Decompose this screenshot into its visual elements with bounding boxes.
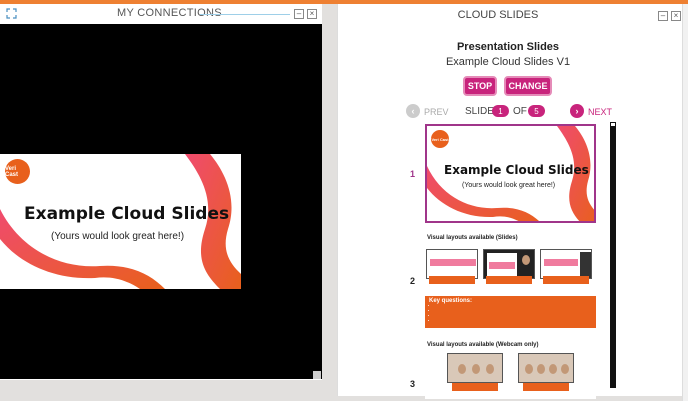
title-divider-line bbox=[200, 14, 290, 15]
layout-option-3 bbox=[540, 249, 592, 279]
scrollbar-track[interactable] bbox=[610, 126, 616, 388]
my-connections-window: MY CONNECTIONS – × Veri Cast Example Clo… bbox=[0, 4, 322, 380]
close-icon[interactable]: × bbox=[671, 11, 681, 21]
cloud-slides-window: CLOUD SLIDES – × Presentation Slides Exa… bbox=[337, 4, 682, 399]
current-slide-number: 1 bbox=[492, 105, 509, 117]
prev-arrow-icon[interactable]: ‹ bbox=[406, 104, 420, 118]
key-questions-list bbox=[429, 304, 592, 324]
current-slide: Veri Cast Example Cloud Slides (Yours wo… bbox=[0, 154, 241, 289]
slide-word: SLIDE bbox=[465, 106, 494, 117]
layout-option-1 bbox=[426, 249, 478, 279]
key-questions-box: Key questions: bbox=[425, 296, 596, 328]
presentation-heading: Presentation Slides bbox=[456, 41, 560, 53]
webcam-label-2 bbox=[523, 383, 569, 391]
next-link[interactable]: NEXT bbox=[588, 107, 612, 117]
layout-label-2 bbox=[486, 276, 532, 284]
slide-thumbnail-3[interactable]: Visual layouts available (Webcam only) bbox=[425, 339, 596, 399]
prev-link[interactable]: PREV bbox=[424, 107, 449, 117]
stop-button[interactable]: STOP bbox=[463, 76, 497, 96]
slide-title: Example Cloud Slides bbox=[24, 204, 230, 224]
webcam-layout-option-1 bbox=[447, 353, 503, 383]
slide-number-3: 3 bbox=[410, 379, 416, 389]
layout-option-2 bbox=[483, 249, 535, 279]
webcam-layout-option-2 bbox=[518, 353, 574, 383]
resize-grip[interactable] bbox=[313, 371, 321, 379]
next-arrow-icon[interactable]: › bbox=[570, 104, 584, 118]
thumb-logo: Veri Cast bbox=[431, 130, 449, 148]
of-word: OF bbox=[513, 106, 527, 117]
my-connections-titlebar[interactable]: MY CONNECTIONS – × bbox=[0, 4, 322, 24]
thumb-title: Example Cloud Slides bbox=[444, 163, 589, 177]
total-slides-number: 5 bbox=[528, 105, 545, 117]
slide-number-2: 2 bbox=[410, 276, 416, 286]
cloud-slides-title: CLOUD SLIDES bbox=[457, 9, 539, 21]
my-connections-title: MY CONNECTIONS bbox=[117, 7, 222, 19]
outer-scrollbar[interactable] bbox=[682, 4, 688, 401]
change-button[interactable]: CHANGE bbox=[504, 76, 552, 96]
minimize-icon[interactable]: – bbox=[658, 11, 668, 21]
slides-layout-heading: Visual layouts available (Slides) bbox=[427, 235, 518, 241]
webcam-label-1 bbox=[452, 383, 498, 391]
close-icon[interactable]: × bbox=[307, 9, 317, 19]
slide-navigation: ‹ PREV SLIDE 1 OF 5 › NEXT bbox=[338, 104, 678, 120]
slide-thumbnail-1[interactable]: Veri Cast Example Cloud Slides (Yours wo… bbox=[425, 124, 596, 223]
slide-viewer: Veri Cast Example Cloud Slides (Yours wo… bbox=[0, 24, 322, 379]
slide-subtitle: (Yours would look great here!) bbox=[51, 231, 185, 242]
presentation-name: Example Cloud Slides V1 bbox=[445, 56, 571, 68]
minimize-icon[interactable]: – bbox=[294, 9, 304, 19]
layout-label-1 bbox=[429, 276, 475, 284]
thumb-subtitle: (Yours would look great here!) bbox=[462, 182, 556, 189]
expand-icon[interactable] bbox=[6, 8, 17, 19]
webcam-layout-heading: Visual layouts available (Webcam only) bbox=[427, 342, 539, 348]
layout-label-3 bbox=[543, 276, 589, 284]
slide-number-1: 1 bbox=[410, 169, 416, 179]
slide-logo: Veri Cast bbox=[5, 159, 30, 184]
